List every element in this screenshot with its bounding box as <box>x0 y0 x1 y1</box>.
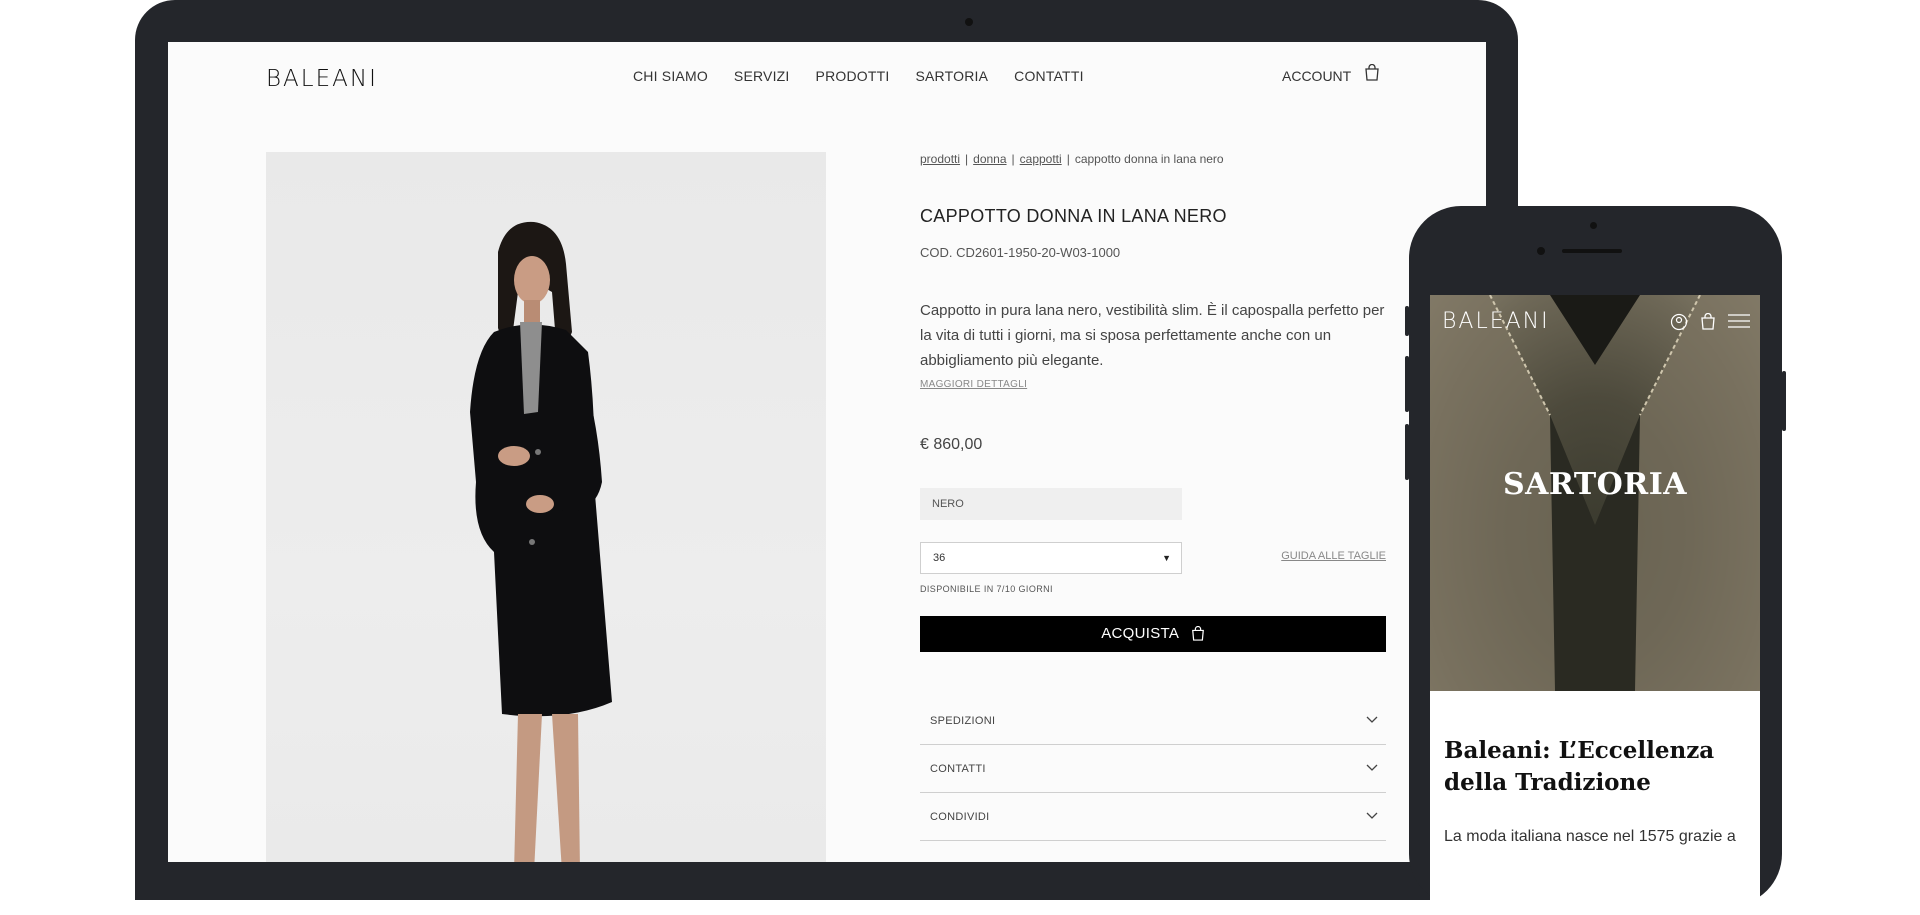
product-price: € 860,00 <box>920 436 983 453</box>
main-menu: CHI SIAMO SERVIZI PRODOTTI SARTORIA CONT… <box>633 68 1084 84</box>
phone-power-button <box>1782 371 1786 431</box>
chevron-down-icon <box>1366 794 1378 840</box>
desktop-screen: BALEANI CHI SIAMO SERVIZI PRODOTTI SARTO… <box>168 42 1486 862</box>
account-link[interactable]: ACCOUNT <box>1282 68 1351 84</box>
product-photo <box>266 152 826 862</box>
breadcrumb-current: cappotto donna in lana nero <box>1074 152 1224 166</box>
shopping-bag-icon[interactable] <box>1364 63 1380 86</box>
phone-speaker <box>1562 249 1622 253</box>
hero-title: SARTORIA <box>1502 467 1688 502</box>
phone-side-button <box>1405 306 1409 336</box>
accordion-label: CONTATTI <box>930 763 986 775</box>
mobile-header-icons <box>1670 312 1750 336</box>
accordion-condividi[interactable]: CONDIVIDI <box>920 794 1386 841</box>
phone-camera <box>1590 222 1597 229</box>
breadcrumb-cappotti[interactable]: cappotti <box>1020 152 1062 166</box>
phone-sensor <box>1537 247 1545 255</box>
accordion-label: SPEDIZIONI <box>930 715 996 727</box>
top-navigation: BALEANI CHI SIAMO SERVIZI PRODOTTI SARTO… <box>168 42 1486 112</box>
laptop-camera <box>965 18 973 26</box>
article-body: La moda italiana nasce nel 1575 grazie a <box>1444 828 1736 845</box>
more-details-link[interactable]: MAGGIORI DETTAGLI <box>920 379 1386 390</box>
product-description: Cappotto in pura lana nero, vestibilità … <box>920 302 1385 369</box>
size-value: 36 <box>933 552 946 564</box>
hamburger-menu-icon[interactable] <box>1728 313 1750 336</box>
accordion: SPEDIZIONI CONTATTI CONDIVIDI <box>920 698 1386 841</box>
availability-text: DISPONIBILE IN 7/10 GIORNI <box>920 584 1053 594</box>
nav-sartoria[interactable]: SARTORIA <box>915 68 988 84</box>
caret-down-icon: ▼ <box>1162 553 1171 563</box>
size-guide-link[interactable]: GUIDA ALLE TAGLIE <box>1281 550 1386 562</box>
size-row: 36 ▼ GUIDA ALLE TAGLIE <box>920 542 1386 574</box>
buy-button-label: ACQUISTA <box>1101 625 1179 642</box>
article-heading: Baleani: L’Eccellenza della Tradizione <box>1444 737 1715 796</box>
breadcrumb-prodotti[interactable]: prodotti <box>920 152 960 166</box>
hero-banner: BALEANI SARTORIA <box>1430 295 1760 691</box>
mobile-screen: BALEANI SARTORIA Baleani: L’Eccellenza d… <box>1430 295 1760 915</box>
nav-servizi[interactable]: SERVIZI <box>734 68 790 84</box>
breadcrumb: prodotti | donna | cappotti | cappotto donna i… <box>920 152 1386 166</box>
breadcrumb-separator: | <box>1011 152 1015 166</box>
breadcrumb-separator: | <box>965 152 969 166</box>
nav-contatti[interactable]: CONTATTI <box>1014 68 1084 84</box>
accordion-label: CONDIVIDI <box>930 811 990 823</box>
shopping-bag-icon[interactable] <box>1700 312 1716 336</box>
buy-button[interactable]: ACQUISTA <box>920 616 1386 652</box>
accordion-contatti[interactable]: CONTATTI <box>920 746 1386 793</box>
nav-prodotti[interactable]: PRODOTTI <box>816 68 890 84</box>
color-selector[interactable]: NERO <box>920 488 1182 520</box>
chevron-down-icon <box>1366 698 1378 744</box>
brand-logo[interactable]: BALEANI <box>266 66 378 92</box>
mobile-article: Baleani: L’Eccellenza della Tradizione L… <box>1444 735 1750 849</box>
shopping-bag-icon <box>1191 625 1204 641</box>
product-title: CAPPOTTO DONNA IN LANA NERO <box>920 206 1227 226</box>
nav-chi-siamo[interactable]: CHI SIAMO <box>633 68 708 84</box>
chevron-down-icon <box>1366 746 1378 792</box>
breadcrumb-separator: | <box>1066 152 1070 166</box>
breadcrumb-donna[interactable]: donna <box>973 152 1006 166</box>
phone-frame: BALEANI SARTORIA Baleani: L’Eccellenza d… <box>1405 206 1786 915</box>
size-select[interactable]: 36 ▼ <box>920 542 1182 574</box>
user-icon[interactable] <box>1670 313 1688 336</box>
phone-side-button <box>1405 424 1409 480</box>
mobile-brand-logo[interactable]: BALEANI <box>1442 309 1550 334</box>
phone-side-button <box>1405 356 1409 412</box>
product-code: COD. CD2601-1950-20-W03-1000 <box>920 245 1121 260</box>
accordion-spedizioni[interactable]: SPEDIZIONI <box>920 698 1386 745</box>
laptop-frame: BALEANI CHI SIAMO SERVIZI PRODOTTI SARTO… <box>135 0 1518 900</box>
product-info: prodotti | donna | cappotti | cappotto donna i… <box>920 152 1386 841</box>
